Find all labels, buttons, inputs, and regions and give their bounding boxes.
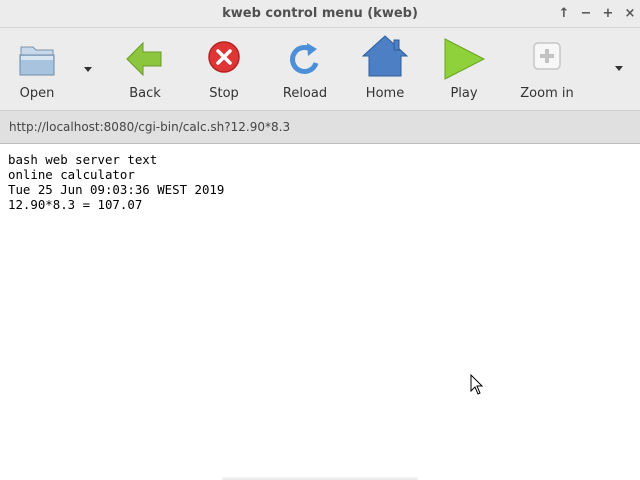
toolbar-overflow-icon[interactable] (614, 63, 624, 73)
open-button[interactable]: Open (5, 28, 69, 110)
play-button[interactable]: Play (432, 28, 496, 110)
keep-above-button[interactable]: ↑ (556, 6, 572, 22)
window-titlebar[interactable]: kweb control menu (kweb) ↑ − + × (0, 0, 640, 28)
stop-button[interactable]: Stop (192, 28, 256, 110)
open-label: Open (19, 86, 55, 101)
stop-label: Stop (209, 86, 239, 101)
page-content: bash web server text online calculator T… (0, 144, 640, 480)
content-line: bash web server text (8, 152, 158, 167)
reload-icon (290, 43, 319, 74)
content-line: online calculator (8, 167, 135, 182)
minimize-button[interactable]: − (578, 6, 594, 22)
reload-label: Reload (282, 86, 328, 101)
open-dropdown-icon[interactable] (83, 64, 93, 74)
back-arrow-icon (126, 41, 162, 77)
zoom-in-label: Zoom in (520, 86, 574, 101)
url-text[interactable]: http://localhost:8080/cgi-bin/calc.sh?12… (9, 120, 290, 134)
home-icon (361, 35, 409, 77)
reload-button[interactable]: Reload (273, 28, 337, 110)
address-bar[interactable]: http://localhost:8080/cgi-bin/calc.sh?12… (0, 110, 640, 144)
home-button[interactable]: Home (353, 28, 417, 110)
back-button[interactable]: Back (113, 28, 177, 110)
maximize-button[interactable]: + (600, 6, 616, 22)
home-label: Home (365, 86, 405, 101)
calculation-result: 12.90*8.3 = 107.07 (8, 197, 143, 212)
folder-icon (19, 46, 55, 76)
mouse-pointer-icon (470, 374, 484, 395)
stop-icon (208, 41, 240, 73)
zoom-in-button[interactable]: Zoom in (515, 28, 579, 110)
zoom-in-icon (533, 42, 561, 70)
play-label: Play (450, 86, 478, 101)
play-icon (444, 38, 486, 80)
toolbar: Open Back Stop Reload Home Play Zoom in (0, 28, 640, 110)
close-window-button[interactable]: × (622, 6, 638, 22)
window-title: kweb control menu (kweb) (222, 6, 418, 21)
back-label: Back (129, 86, 161, 101)
content-line: Tue 25 Jun 09:03:36 WEST 2019 (8, 182, 225, 197)
